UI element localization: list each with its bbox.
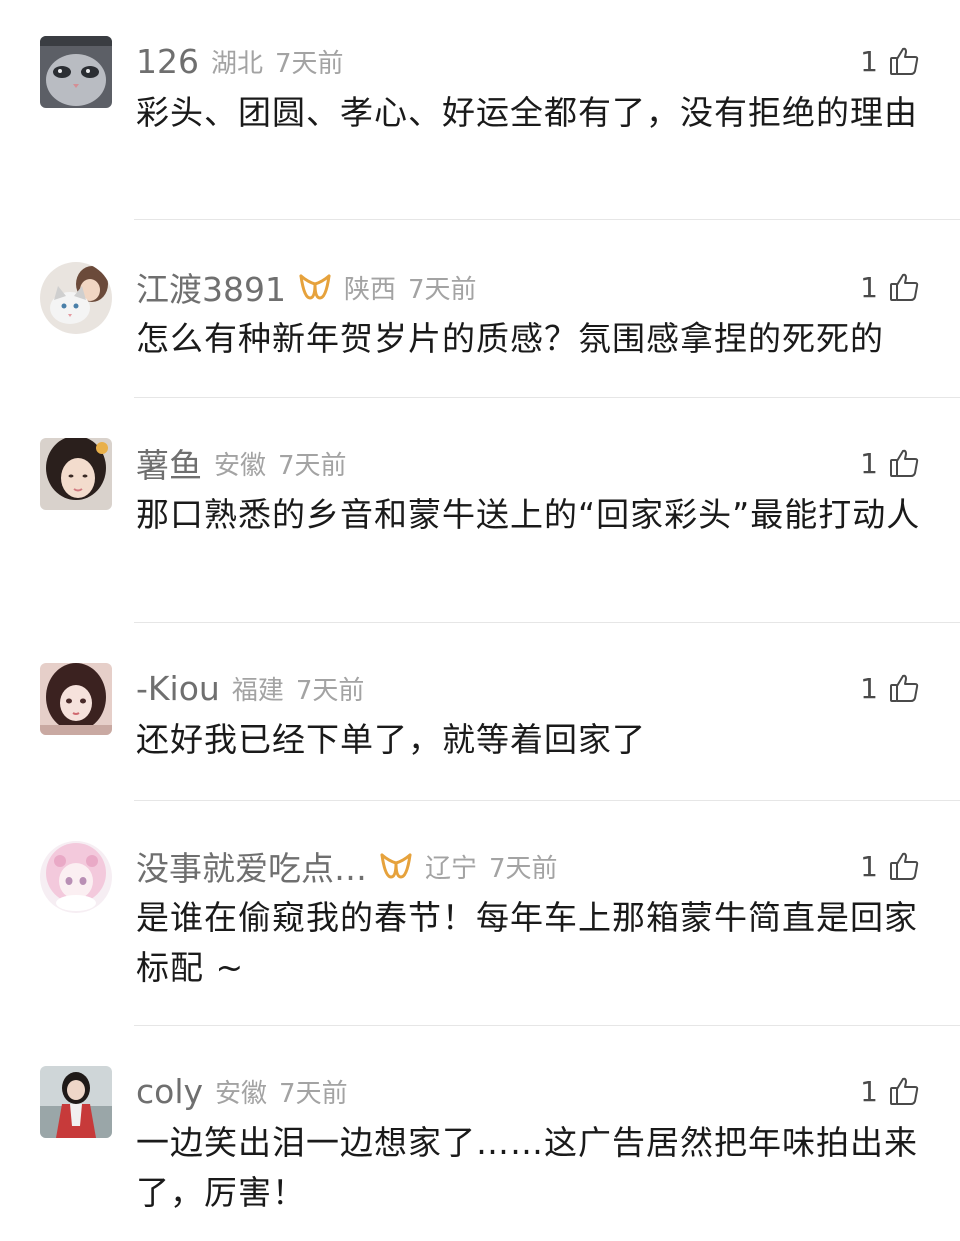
thumbs-up-icon[interactable]: [888, 850, 920, 882]
thumbs-up-icon[interactable]: [888, 447, 920, 479]
location: 辽宁: [425, 853, 478, 884]
username[interactable]: -Kiou: [136, 669, 220, 708]
comment-text: 怎么有种新年贺岁片的质感？氛围感拿捏的死死的: [136, 319, 884, 358]
like-button[interactable]: 1: [860, 1066, 920, 1116]
timestamp: 7天前: [408, 274, 477, 305]
like-button[interactable]: 1: [860, 36, 920, 86]
comment-meta: -Kiou 福建 7天前: [136, 663, 364, 713]
avatar[interactable]: [40, 1066, 112, 1138]
thumbs-up-icon[interactable]: [888, 45, 920, 77]
comment-meta: 126 湖北 7天前: [136, 36, 344, 86]
comment-text: 彩头、团圆、孝心、好运全都有了，没有拒绝的理由: [136, 93, 918, 132]
comment-text: 那口熟悉的乡音和蒙牛送上的“回家彩头”最能打动人: [136, 495, 921, 534]
username[interactable]: 没事就爱吃点…: [136, 842, 367, 890]
location: 安徽: [215, 1078, 268, 1109]
username[interactable]: coly: [136, 1072, 203, 1111]
avatar[interactable]: [40, 438, 112, 510]
location: 福建: [231, 675, 284, 706]
comment-text: 是谁在偷窥我的春节！每年车上那箱蒙牛简直是回家标配 ~: [136, 898, 918, 987]
username[interactable]: 126: [136, 42, 199, 81]
timestamp: 7天前: [275, 48, 344, 79]
username[interactable]: 薯鱼: [136, 439, 202, 487]
like-count: 1: [860, 270, 878, 304]
divider: [134, 622, 960, 623]
like-count: 1: [860, 1074, 878, 1108]
comment-text: 一边笑出泪一边想家了……这广告居然把年味拍出来了，厉害！: [136, 1123, 918, 1212]
vip-badge-icon: [298, 272, 332, 302]
timestamp: 7天前: [295, 675, 365, 706]
timestamp: 7天前: [278, 450, 347, 481]
like-count: 1: [860, 446, 878, 480]
comment-meta: 没事就爱吃点… 辽宁 7天前: [136, 841, 558, 891]
location: 陕西: [343, 274, 396, 305]
timestamp: 7天前: [279, 1078, 348, 1109]
avatar[interactable]: [40, 841, 112, 913]
divider: [134, 219, 960, 220]
vip-badge-icon: [379, 851, 413, 881]
location: 湖北: [211, 48, 264, 79]
divider: [134, 1025, 960, 1026]
timestamp: 7天前: [489, 853, 558, 884]
avatar[interactable]: [40, 36, 112, 108]
thumbs-up-icon[interactable]: [888, 271, 920, 303]
thumbs-up-icon[interactable]: [888, 672, 920, 704]
like-button[interactable]: 1: [860, 841, 920, 891]
thumbs-up-icon[interactable]: [888, 1075, 920, 1107]
comment-text: 还好我已经下单了，就等着回家了: [136, 720, 646, 759]
username[interactable]: 江渡3891: [136, 263, 286, 311]
like-button[interactable]: 1: [860, 438, 920, 488]
divider: [134, 397, 960, 398]
location: 安徽: [214, 450, 267, 481]
like-count: 1: [860, 671, 878, 705]
like-count: 1: [860, 849, 878, 883]
like-count: 1: [860, 44, 878, 78]
comment-meta: 薯鱼 安徽 7天前: [136, 438, 347, 488]
comment-meta: coly 安徽 7天前: [136, 1066, 348, 1116]
like-button[interactable]: 1: [860, 262, 920, 312]
avatar[interactable]: [40, 262, 112, 334]
divider: [134, 800, 960, 801]
like-button[interactable]: 1: [860, 663, 920, 713]
comment-meta: 江渡3891 陕西 7天前: [136, 262, 477, 312]
avatar[interactable]: [40, 663, 112, 735]
